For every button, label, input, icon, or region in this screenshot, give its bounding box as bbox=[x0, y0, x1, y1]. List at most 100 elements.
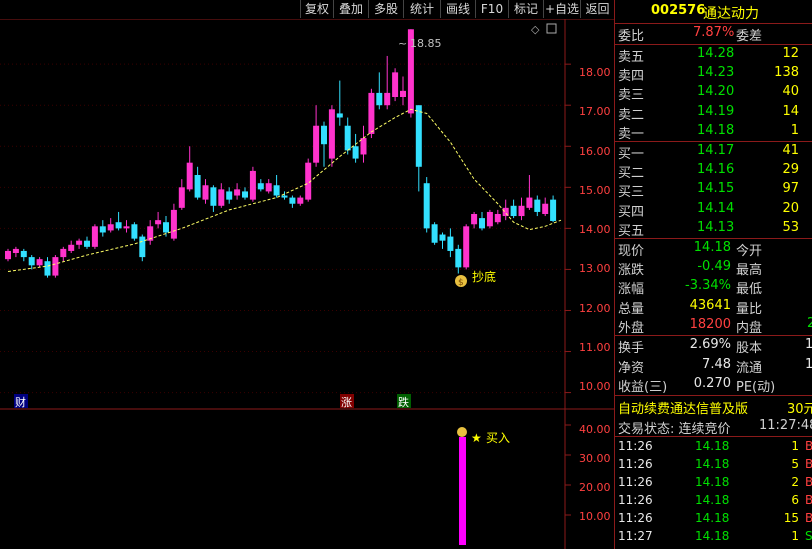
candle-body bbox=[423, 183, 430, 229]
candle-body bbox=[439, 234, 446, 241]
ask-price: 14.18 bbox=[697, 122, 735, 138]
candlestick-series bbox=[5, 29, 557, 278]
candle-body bbox=[123, 226, 130, 229]
candle-body bbox=[20, 250, 27, 258]
candle-body bbox=[510, 205, 517, 217]
toolbar-overlay-button[interactable]: 叠加 bbox=[333, 0, 368, 18]
toolbar-f10-button[interactable]: F10 bbox=[475, 0, 508, 18]
y-tick-label: 11.00 bbox=[579, 341, 611, 354]
toolbar-fuquan-button[interactable]: 复权 bbox=[300, 0, 333, 18]
coin-symbol: $ bbox=[458, 278, 464, 288]
sub-y-axis-labels: 40.00 30.00 20.00 10.00 bbox=[579, 423, 611, 523]
bid-label: 买二 bbox=[618, 166, 645, 182]
y-tick-label: 13.00 bbox=[579, 262, 611, 275]
stat-label-2: 内盘 bbox=[736, 320, 763, 336]
candle-body bbox=[479, 218, 485, 229]
tick-row[interactable]: 11:26 14.18 15 B bbox=[615, 510, 812, 528]
ask-row[interactable]: 卖二 14.19 14 bbox=[615, 103, 812, 123]
window-toggle-icon[interactable] bbox=[546, 23, 557, 34]
y-tick-label: 10.00 bbox=[579, 380, 611, 393]
ad-row[interactable]: 自动续费通达信普及版 30元 bbox=[615, 397, 812, 417]
ad-price[interactable]: 30元 bbox=[787, 398, 812, 417]
bid-row[interactable]: 买四 14.14 20 bbox=[615, 200, 812, 220]
stat2-label-2: PE(动) bbox=[736, 380, 776, 396]
candle-body bbox=[210, 187, 217, 206]
candle-body bbox=[534, 199, 541, 212]
trade-status-row: 交易状态: 连续竞价 11:27:48 bbox=[615, 417, 812, 437]
bid-row[interactable]: 买二 14.16 29 bbox=[615, 161, 812, 182]
sub-y-tick: 20.00 bbox=[579, 481, 611, 494]
tick-direction: B bbox=[805, 475, 812, 489]
y-tick-label: 16.00 bbox=[579, 145, 611, 158]
stat-value: 18200 bbox=[689, 316, 731, 332]
bid-volume: 29 bbox=[782, 162, 799, 178]
candle-body bbox=[415, 105, 422, 167]
candle-body bbox=[91, 226, 98, 247]
candle-body bbox=[471, 214, 478, 225]
ad-text[interactable]: 自动续费通达信普及版 bbox=[618, 398, 748, 417]
candle-body bbox=[68, 244, 75, 251]
diamond-icon[interactable]: ◇ bbox=[531, 23, 540, 36]
toolbar-stats-button[interactable]: 统计 bbox=[403, 0, 440, 18]
toolbar-draw-button[interactable]: 画线 bbox=[440, 0, 475, 18]
bid-price: 14.15 bbox=[697, 181, 735, 197]
ask-row[interactable]: 卖三 14.20 40 bbox=[615, 83, 812, 104]
toolbar-back-button[interactable]: 返回 bbox=[580, 0, 614, 18]
tick-direction: B bbox=[805, 439, 812, 453]
trade-status: 交易状态: 连续竞价 bbox=[618, 422, 731, 437]
limit-down-label: 跌 bbox=[398, 395, 409, 409]
tick-row[interactable]: 11:26 14.18 2 B bbox=[615, 474, 812, 492]
candle-body bbox=[344, 125, 351, 151]
tick-direction: B bbox=[805, 457, 812, 471]
candle-body bbox=[178, 187, 185, 208]
stock-title: 002576 通达动力 bbox=[615, 0, 812, 22]
candle-body bbox=[542, 203, 549, 214]
star-icon: ★ bbox=[471, 431, 482, 445]
bid-row[interactable]: 买三 14.15 97 bbox=[615, 180, 812, 201]
toolbar-mark-button[interactable]: 标记 bbox=[508, 0, 543, 18]
candle-body bbox=[273, 185, 280, 196]
candle-body bbox=[218, 189, 225, 206]
tick-row[interactable]: 11:26 14.18 1 B bbox=[615, 438, 812, 456]
tick-row[interactable]: 11:26 14.18 5 B bbox=[615, 456, 812, 474]
toolbar-add-favorite-button[interactable]: +自选 bbox=[543, 0, 580, 18]
tick-volume: 1 bbox=[791, 529, 799, 543]
chaodi-label: 抄底 bbox=[472, 269, 496, 284]
stat2-value: 2.69% bbox=[689, 337, 731, 352]
candle-body bbox=[313, 125, 320, 163]
candle-body bbox=[249, 170, 256, 200]
bid-volume: 41 bbox=[782, 143, 799, 158]
stat2-value-2: 1 bbox=[805, 356, 812, 372]
bid-volume: 20 bbox=[782, 200, 799, 216]
tick-volume: 5 bbox=[791, 457, 799, 471]
ask-label: 卖三 bbox=[618, 88, 645, 104]
stat-row: 涨跌 -0.49 最高 bbox=[615, 258, 812, 278]
candle-body bbox=[44, 261, 51, 276]
ask-row[interactable]: 卖五 14.28 12 bbox=[615, 45, 812, 65]
stat2-label: 换手 bbox=[618, 341, 645, 356]
toolbar-multistock-button[interactable]: 多股 bbox=[368, 0, 403, 18]
candle-body bbox=[431, 224, 438, 243]
candle-body bbox=[494, 214, 501, 223]
bid-label: 买三 bbox=[618, 185, 645, 201]
candle-body bbox=[486, 211, 493, 227]
stat2-label-2: 流通 bbox=[736, 360, 763, 376]
candle-body bbox=[463, 226, 470, 268]
sub-y-tick: 30.00 bbox=[579, 452, 611, 465]
ask-volume: 40 bbox=[782, 84, 799, 100]
tick-row[interactable]: 11:27 14.18 1 S bbox=[615, 528, 812, 546]
candle-body bbox=[5, 250, 11, 260]
kline-chart-area[interactable]: ◇ 18.00 17.00 16.00 15.00 14.00 13.00 12… bbox=[0, 19, 614, 549]
ask-label: 卖五 bbox=[618, 50, 645, 65]
bid-row[interactable]: 买五 14.13 53 bbox=[615, 219, 812, 239]
ask-volume: 1 bbox=[790, 122, 799, 138]
candle-body bbox=[186, 162, 193, 190]
bid-row[interactable]: 买一 14.17 41 bbox=[615, 142, 812, 162]
candle-body bbox=[550, 199, 557, 221]
ask-row[interactable]: 卖四 14.23 138 bbox=[615, 64, 812, 84]
ask-row[interactable]: 卖一 14.18 1 bbox=[615, 122, 812, 142]
candle-body bbox=[289, 197, 296, 204]
tick-row[interactable]: 11:26 14.18 6 B bbox=[615, 492, 812, 510]
candle-body bbox=[526, 197, 533, 208]
candle-body bbox=[360, 138, 367, 155]
